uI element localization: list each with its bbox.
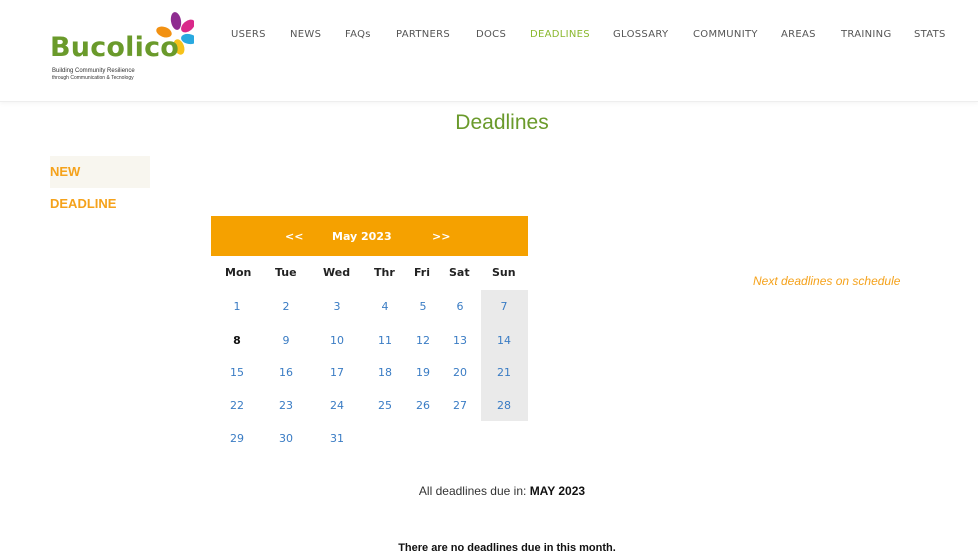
calendar-month-label: May 2023: [332, 230, 392, 243]
calendar-day[interactable]: 15: [217, 366, 257, 379]
weekday-label: Sun: [492, 266, 516, 279]
next-month-button[interactable]: >>: [432, 230, 450, 243]
calendar-day[interactable]: 2: [266, 300, 306, 313]
nav-item-docs[interactable]: DOCS: [476, 29, 506, 40]
nav-item-news[interactable]: NEWS: [290, 29, 321, 40]
calendar-day[interactable]: 16: [266, 366, 306, 379]
nav-item-training[interactable]: TRAINING: [841, 29, 892, 40]
calendar-day[interactable]: 17: [317, 366, 357, 379]
nav-item-users[interactable]: USERS: [231, 29, 266, 40]
calendar-day[interactable]: 31: [317, 432, 357, 445]
weekday-label: Tue: [275, 266, 297, 279]
weekday-label: Thr: [374, 266, 395, 279]
calendar-day[interactable]: 1: [217, 300, 257, 313]
calendar-day[interactable]: 27: [440, 399, 480, 412]
prev-month-button[interactable]: <<: [285, 230, 303, 243]
new-deadline-button[interactable]: NEW DEADLINE: [50, 156, 150, 211]
logo-tagline-2: through Communication & Tecnology: [52, 75, 134, 81]
calendar-day[interactable]: 13: [440, 334, 480, 347]
calendar-day[interactable]: 29: [217, 432, 257, 445]
logo-wordmark: Bucolico: [50, 32, 180, 63]
nav-item-deadlines[interactable]: DEADLINES: [530, 29, 590, 40]
nav-item-glossary[interactable]: GLOSSARY: [613, 29, 668, 40]
site-logo[interactable]: Bucolico Building Community Resilience t…: [50, 12, 200, 92]
nav-item-stats[interactable]: STATS: [914, 29, 946, 40]
summary-month: MAY 2023: [529, 484, 586, 498]
calendar-header: << May 2023 >>: [211, 216, 528, 256]
calendar-day[interactable]: 14: [484, 334, 524, 347]
calendar-day[interactable]: 30: [266, 432, 306, 445]
calendar-day[interactable]: 20: [440, 366, 480, 379]
next-deadlines-label: Next deadlines on schedule: [753, 274, 901, 288]
logo-tagline: Building Community Resilience: [52, 68, 135, 74]
nav-item-partners[interactable]: PARTNERS: [396, 29, 450, 40]
site-header: Bucolico Building Community Resilience t…: [0, 0, 978, 102]
calendar-day[interactable]: 4: [365, 300, 405, 313]
calendar-day[interactable]: 24: [317, 399, 357, 412]
weekday-label: Sat: [449, 266, 470, 279]
nav-item-faqs[interactable]: FAQs: [345, 29, 371, 40]
calendar-day[interactable]: 22: [217, 399, 257, 412]
calendar-day[interactable]: 25: [365, 399, 405, 412]
summary-prefix: All deadlines due in:: [418, 484, 527, 498]
weekday-label: Mon: [225, 266, 252, 279]
page: Bucolico Building Community Resilience t…: [0, 0, 978, 553]
calendar-day[interactable]: 10: [317, 334, 357, 347]
calendar-day[interactable]: 11: [365, 334, 405, 347]
calendar-day[interactable]: 7: [484, 300, 524, 313]
calendar: << May 2023 >> Mon Tue Wed Thr Fri Sat S…: [211, 216, 528, 445]
calendar-day[interactable]: 3: [317, 300, 357, 313]
calendar-day[interactable]: 12: [403, 334, 443, 347]
calendar-day[interactable]: 26: [403, 399, 443, 412]
nav-item-areas[interactable]: AREAS: [781, 29, 816, 40]
calendar-day[interactable]: 23: [266, 399, 306, 412]
calendar-day[interactable]: 28: [484, 399, 524, 412]
page-title: Deadlines: [455, 111, 549, 134]
deadlines-summary: All deadlines due in: MAY 2023: [0, 484, 978, 498]
calendar-day-today[interactable]: 8: [217, 334, 257, 347]
calendar-day[interactable]: 5: [403, 300, 443, 313]
nav-item-community[interactable]: COMMUNITY: [693, 29, 758, 40]
calendar-day[interactable]: 9: [266, 334, 306, 347]
weekday-label: Fri: [414, 266, 431, 279]
calendar-day[interactable]: 19: [403, 366, 443, 379]
calendar-day[interactable]: 21: [484, 366, 524, 379]
weekday-label: Wed: [323, 266, 351, 279]
calendar-day[interactable]: 18: [365, 366, 405, 379]
calendar-day[interactable]: 6: [440, 300, 480, 313]
empty-state-message: There are no deadlines due in this month…: [398, 542, 616, 553]
